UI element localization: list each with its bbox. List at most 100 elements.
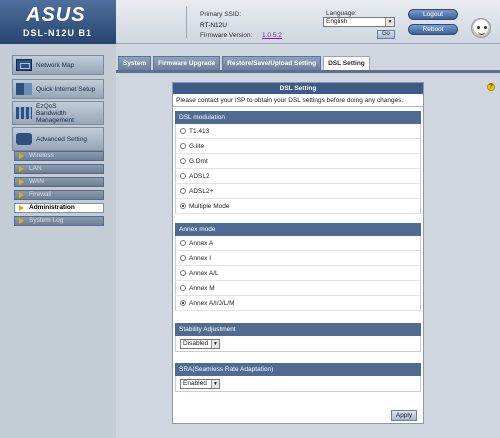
- tab-system[interactable]: System: [118, 56, 152, 70]
- model-name: DSL-N12U B1: [23, 28, 93, 38]
- radio-checked-icon[interactable]: [180, 300, 186, 306]
- chevron-down-icon: ▼: [211, 379, 219, 388]
- sidebar-item-wireless[interactable]: Wireless: [14, 151, 104, 161]
- tab-underline: [116, 70, 500, 73]
- sidebar-item-firewall[interactable]: Firewall: [14, 190, 104, 200]
- annex-option[interactable]: Annex A: [175, 236, 421, 251]
- header-bar: ASUS DSL-N12U B1 Primary SSID: RT-N12U F…: [0, 0, 500, 44]
- nav-label-line1: EzQoS: [36, 102, 57, 110]
- nav-quick-internet-setup[interactable]: Quick Internet Setup: [12, 79, 104, 99]
- modulation-heading: DSL modulation: [175, 111, 421, 124]
- modulation-option[interactable]: ADSL2+: [175, 184, 421, 199]
- radio-icon[interactable]: [180, 270, 186, 276]
- tab-restore-save-upload[interactable]: Restore/Save/Upload Setting: [222, 56, 322, 70]
- panel-title: DSL Setting: [173, 83, 423, 94]
- radio-icon[interactable]: [180, 240, 186, 246]
- ssid-value: RT-N12U: [200, 22, 227, 29]
- nav-label: EzQoS Bandwidth Management: [36, 103, 74, 124]
- sra-select[interactable]: Enabled ▼: [180, 378, 220, 389]
- nav-label: Quick Internet Setup: [36, 85, 96, 93]
- sidebar-item-wan[interactable]: WAN: [14, 177, 104, 187]
- annex-option[interactable]: Annex A/L: [175, 266, 421, 281]
- stability-heading: Stability Adjustment: [175, 323, 421, 336]
- quick-setup-icon: [16, 83, 32, 95]
- modulation-option[interactable]: Multiple Mode: [175, 199, 421, 214]
- stability-value: Disabled: [183, 339, 209, 347]
- option-label: Annex A: [189, 239, 214, 247]
- main-content: System Firmware Upgrade Restore/Save/Upl…: [116, 44, 500, 438]
- sidebar-item-administration[interactable]: Administration: [14, 203, 104, 213]
- ezqos-icon: [16, 107, 32, 119]
- sra-row: Enabled ▼: [175, 376, 421, 392]
- sra-heading: SRA(Seamless Rate Adaptation): [175, 363, 421, 376]
- annex-option[interactable]: Annex I: [175, 251, 421, 266]
- radio-icon[interactable]: [180, 143, 186, 149]
- brand-block: ASUS DSL-N12U B1: [0, 0, 116, 44]
- sidebar-item-label: LAN: [29, 165, 42, 172]
- radio-icon[interactable]: [180, 173, 186, 179]
- go-button[interactable]: Go: [377, 30, 395, 39]
- radio-checked-icon[interactable]: [180, 203, 186, 209]
- modulation-option[interactable]: G.lite: [175, 139, 421, 154]
- ssid-label: Primary SSID:: [200, 11, 242, 18]
- sidebar-item-label: WAN: [29, 178, 44, 185]
- assistant-face-icon: [471, 18, 491, 38]
- nav-advanced-setting[interactable]: Advanced Setting: [12, 127, 104, 151]
- help-icon[interactable]: ?: [487, 83, 495, 91]
- language-label: Language:: [326, 10, 357, 17]
- sidebar-item-label: Firewall: [29, 191, 52, 198]
- advanced-setting-icon: [16, 133, 32, 145]
- panel-note: Please contact your ISP to obtain your D…: [173, 94, 423, 107]
- tab-bar: System Firmware Upgrade Restore/Save/Upl…: [118, 56, 372, 70]
- arrow-right-icon: [19, 205, 24, 211]
- arrow-right-icon: [19, 153, 24, 159]
- apply-button[interactable]: Apply: [391, 410, 417, 421]
- option-label: Annex A/L: [189, 269, 219, 277]
- radio-icon[interactable]: [180, 188, 186, 194]
- sidebar-item-system-log[interactable]: System Log: [14, 216, 104, 226]
- option-label: Annex M: [189, 284, 215, 292]
- radio-icon[interactable]: [180, 255, 186, 261]
- tab-firmware-upgrade[interactable]: Firmware Upgrade: [153, 56, 221, 70]
- modulation-option[interactable]: ADSL2: [175, 169, 421, 184]
- nav-network-map[interactable]: Network Map: [12, 55, 104, 75]
- option-label: T1.413: [189, 127, 210, 135]
- arrow-right-icon: [19, 166, 24, 172]
- radio-icon[interactable]: [180, 128, 186, 134]
- logout-button[interactable]: Logout: [408, 9, 458, 20]
- firmware-version-link[interactable]: 1.0.5.2: [262, 32, 282, 39]
- stability-row: Disabled ▼: [175, 336, 421, 352]
- arrow-right-icon: [19, 192, 24, 198]
- language-select[interactable]: English ▼: [323, 17, 395, 27]
- modulation-option[interactable]: T1.413: [175, 124, 421, 139]
- option-label: Annex I: [189, 254, 212, 262]
- language-value: English: [326, 18, 348, 25]
- tab-dsl-setting[interactable]: DSL Setting: [323, 56, 370, 70]
- asus-logo: ASUS: [26, 4, 86, 26]
- option-label: Annex A/I/J/L/M: [189, 299, 235, 307]
- sidebar-item-label: Wireless: [29, 152, 54, 159]
- option-label: G.Dmt: [189, 157, 208, 165]
- arrow-right-icon: [19, 218, 24, 224]
- nav-label: Advanced Setting: [36, 135, 87, 143]
- modulation-option[interactable]: G.Dmt: [175, 154, 421, 169]
- stability-select[interactable]: Disabled ▼: [180, 338, 220, 349]
- sidebar: Network Map Quick Internet Setup EzQoS B…: [0, 44, 116, 438]
- option-label: ADSL2+: [189, 187, 214, 195]
- option-label: G.lite: [189, 142, 205, 150]
- sidebar-item-lan[interactable]: LAN: [14, 164, 104, 174]
- sub-nav: Wireless LAN WAN Firewall Administration…: [14, 151, 104, 229]
- annex-option[interactable]: Annex M: [175, 281, 421, 296]
- annex-heading: Annex mode: [175, 223, 421, 236]
- reboot-button[interactable]: Reboot: [408, 24, 458, 35]
- header-divider: [186, 6, 187, 38]
- radio-icon[interactable]: [180, 158, 186, 164]
- radio-icon[interactable]: [180, 285, 186, 291]
- option-label: ADSL2: [189, 172, 210, 180]
- sra-value: Enabled: [183, 379, 207, 387]
- annex-option[interactable]: Annex A/I/J/L/M: [175, 296, 421, 311]
- network-map-icon: [16, 59, 32, 71]
- nav-ezqos[interactable]: EzQoS Bandwidth Management: [12, 101, 104, 125]
- sidebar-item-label: Administration: [29, 204, 75, 211]
- option-label: Multiple Mode: [189, 202, 230, 210]
